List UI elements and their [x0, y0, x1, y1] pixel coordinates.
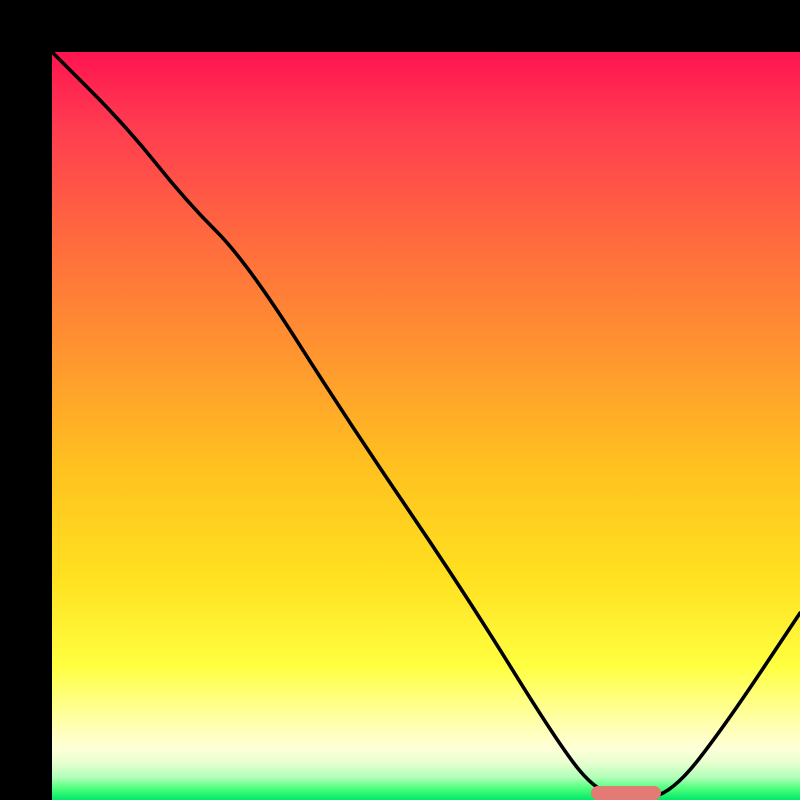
- bottleneck-curve: [52, 52, 800, 800]
- chart-frame: [0, 0, 800, 800]
- optimal-range-marker: [591, 786, 661, 800]
- plot-area: [52, 52, 800, 800]
